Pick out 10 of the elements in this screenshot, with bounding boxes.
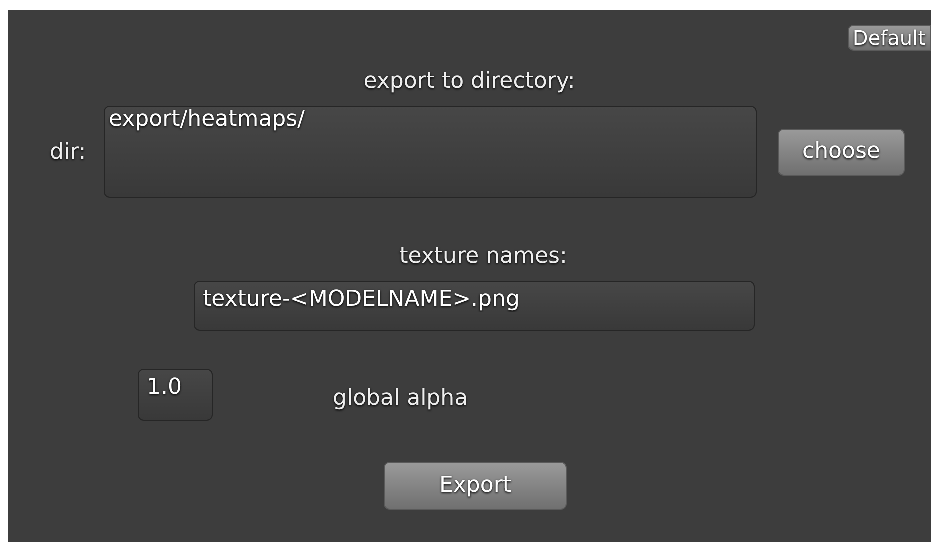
texture-name-field[interactable]: texture-<MODELNAME>.png [194, 281, 755, 331]
export-button[interactable]: Export [384, 462, 567, 510]
texture-names-label: texture names: [400, 243, 568, 271]
dir-label: dir: [50, 138, 88, 166]
alpha-field[interactable]: 1.0 [138, 369, 213, 421]
choose-button[interactable]: choose [778, 128, 905, 176]
section-heading: export to directory: [364, 68, 576, 96]
default-button[interactable]: Default [848, 25, 931, 51]
directory-field[interactable]: export/heatmaps/ [104, 106, 757, 198]
global-alpha-label: global alpha [333, 384, 468, 412]
